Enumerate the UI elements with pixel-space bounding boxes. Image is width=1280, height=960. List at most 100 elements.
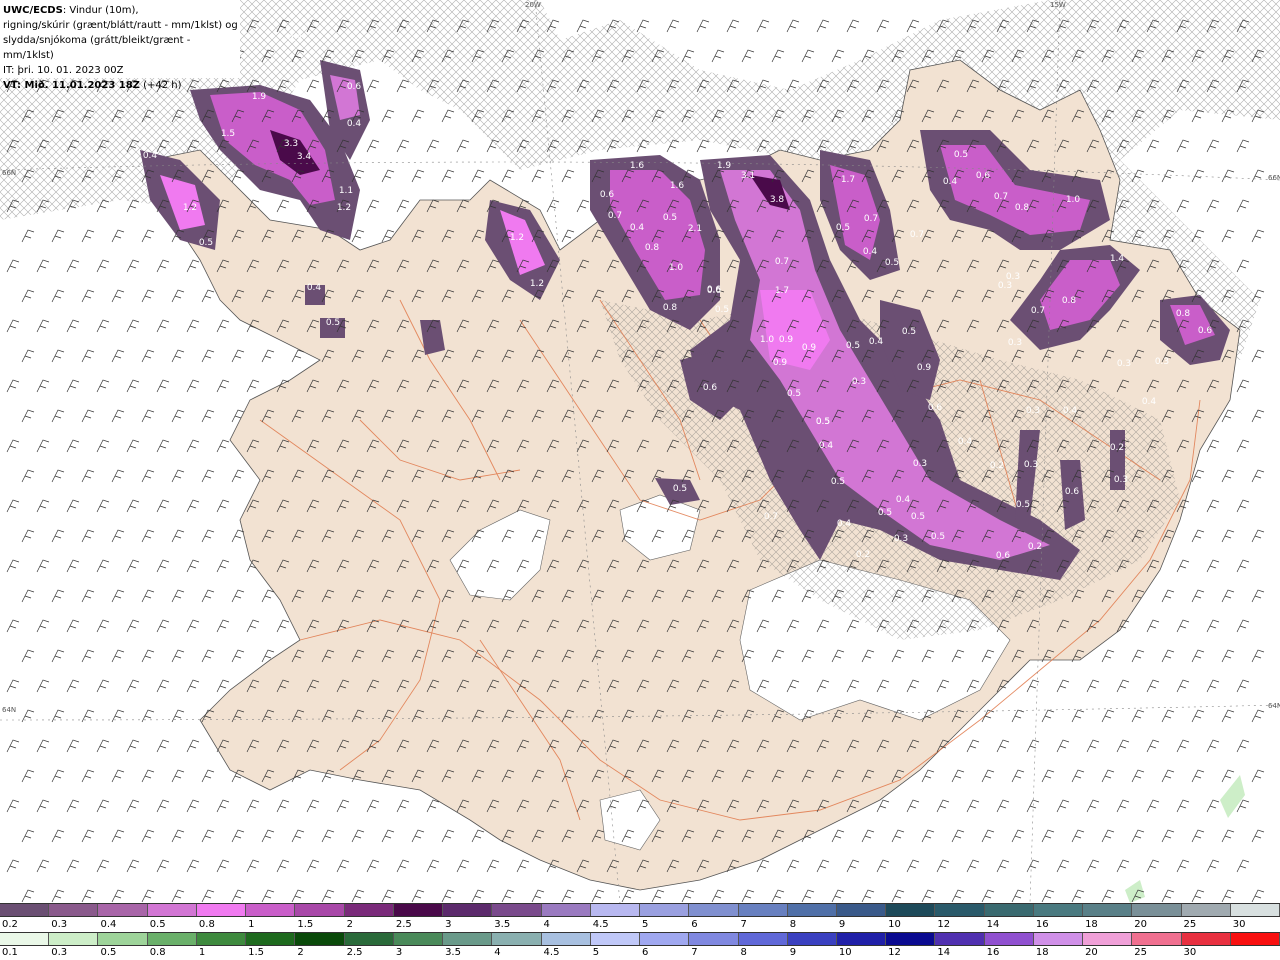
map-info-box: UWC/ECDS: Vindur (10m), rigning/skúrir (… — [0, 0, 240, 91]
rain-swatch — [984, 933, 1034, 945]
snow-swatch — [935, 904, 985, 916]
precip-value-label: 0.3 — [1008, 338, 1022, 348]
precip-value-label: 0.8 — [1062, 296, 1077, 306]
precip-value-label: 0.5 — [931, 532, 945, 542]
rain-scale-ticks: 0.1 0.3 0.5 0.8 1 1.5 2 2.5 3 3.5 4 4.5 5 6 7 8 9 10 12 14 1… — [0, 947, 1280, 959]
lat-label-left-upper: 66N — [2, 169, 16, 177]
precip-value-label: 0.2 — [1110, 443, 1124, 453]
snow-swatch — [344, 904, 394, 916]
lat-label-right-upper: 66N — [1268, 174, 1280, 182]
weather-map-view: 0.3 1.9 1.5 3.3 3.4 0.6 0.4 0.4 1.1 1.2 1.2 0.5 0.4 0… — [0, 0, 1280, 960]
precip-value-label: 0.7 — [608, 211, 622, 221]
rain-swatch — [295, 933, 345, 945]
precip-value-label: 0.5 — [846, 341, 860, 351]
rain-tick-label: 0.5 — [100, 947, 117, 958]
rain-tick-label: 0.8 — [149, 947, 166, 958]
model-description: : Vindur (10m), — [62, 5, 139, 16]
snow-tick-label: 1 — [248, 919, 255, 930]
rain-tick-label: 9 — [789, 947, 797, 958]
snow-swatch — [541, 904, 591, 916]
precip-value-label: 0.5 — [663, 213, 677, 223]
rain-tick-label: 2 — [297, 947, 304, 958]
precip-value-label: 0.4 — [863, 247, 878, 257]
precip-value-label: 0.7 — [864, 214, 878, 224]
snow-swatch — [295, 904, 345, 916]
snow-tick-label: 3.5 — [494, 919, 511, 930]
rain-tick-label: 2.5 — [346, 947, 363, 958]
snow-swatch — [0, 904, 50, 916]
rain-swatch — [492, 933, 542, 945]
precip-value-label: 0.9 — [779, 335, 794, 345]
rain-swatch — [344, 933, 394, 945]
rain-swatch — [1230, 933, 1280, 945]
rain-swatch — [246, 933, 296, 945]
precip-value-label: 0.5 — [1016, 500, 1030, 510]
precip-value-label: 1.4 — [1110, 254, 1125, 264]
precip-value-label: 3.4 — [297, 152, 312, 162]
snow-swatch — [196, 904, 247, 916]
snow-swatch — [492, 904, 542, 916]
precip-value-label: 0.4 — [347, 119, 362, 129]
rain-swatch — [1181, 933, 1231, 945]
rain-tick-label: 10 — [838, 947, 852, 958]
precip-value-label: 0.4 — [630, 223, 645, 233]
precip-value-label: 0.5 — [954, 150, 968, 160]
snow-tick-label: 2.5 — [395, 919, 412, 930]
precip-value-label: 0.6 — [1198, 326, 1213, 336]
precip-value-label: 1.9 — [717, 161, 732, 171]
rain-tick-label: 3.5 — [445, 947, 461, 958]
snow-swatch — [98, 904, 148, 916]
precip-value-label: 1.7 — [775, 286, 789, 296]
snow-tick-label: 0.4 — [100, 919, 117, 930]
snow-tick-label: 5 — [642, 919, 649, 930]
rain-swatch — [1033, 933, 1084, 945]
precip-value-label: 0.4 — [869, 337, 884, 347]
precip-value-label: 0.7 — [775, 257, 789, 267]
rain-swatch — [590, 933, 641, 945]
info-line-valid-time: VT: Mið. 11.01.2023 18Z (+42 h) — [3, 78, 238, 93]
snow-tick-label: 10 — [888, 919, 901, 930]
precip-value-label: 0.4 — [943, 177, 958, 187]
precip-value-label: 0.5 — [902, 327, 916, 337]
rain-swatch — [689, 933, 739, 945]
rain-swatch — [787, 933, 837, 945]
precip-value-label: 0.3 — [998, 281, 1012, 291]
rain-swatch — [0, 933, 50, 945]
precip-value-label: 0.3 — [913, 459, 927, 469]
precip-value-label: 1.5 — [221, 129, 235, 139]
snow-tick-label: 18 — [1085, 919, 1098, 930]
snow-tick-label: 0.8 — [198, 919, 215, 930]
lat-label-right-lower: 64N — [1268, 702, 1280, 710]
precip-value-label: 0.2 — [1028, 542, 1042, 552]
snow-swatch — [640, 904, 690, 916]
precip-value-label: 0.6 — [347, 82, 362, 92]
snow-swatch — [393, 904, 444, 916]
snow-tick-label: 8 — [789, 919, 797, 930]
precip-value-label: 0.6 — [600, 190, 615, 200]
rain-swatch — [196, 933, 247, 945]
precip-value-label: 1.2 — [183, 203, 197, 213]
precip-value-label: 1.0 — [760, 335, 775, 345]
precip-value-label: 0.3 — [894, 534, 908, 544]
rain-swatch — [541, 933, 591, 945]
rain-tick-label: 0.1 — [2, 947, 18, 958]
precip-value-label: 0.2 — [856, 550, 870, 560]
snow-tick-label: 12 — [937, 919, 951, 930]
precip-value-label: 3.1 — [741, 171, 755, 181]
rain-tick-label: 20 — [1085, 947, 1098, 958]
rain-swatch — [935, 933, 985, 945]
snow-swatch — [886, 904, 936, 916]
snow-tick-label: 3 — [445, 919, 452, 930]
precip-value-label: 1.6 — [630, 161, 645, 171]
precip-value-label: 1.7 — [841, 175, 855, 185]
precip-value-label: 0.4 — [1142, 397, 1157, 407]
snow-swatch — [1132, 904, 1182, 916]
precip-value-label: 0.5 — [673, 484, 687, 494]
snow-swatch — [1230, 904, 1280, 916]
precip-value-label: 0.6 — [707, 285, 722, 295]
snow-swatch — [246, 904, 296, 916]
rain-swatch — [393, 933, 444, 945]
snow-swatch — [984, 904, 1034, 916]
precip-value-label: 0.4 — [896, 495, 911, 505]
snow-tick-label: 6 — [691, 919, 698, 930]
